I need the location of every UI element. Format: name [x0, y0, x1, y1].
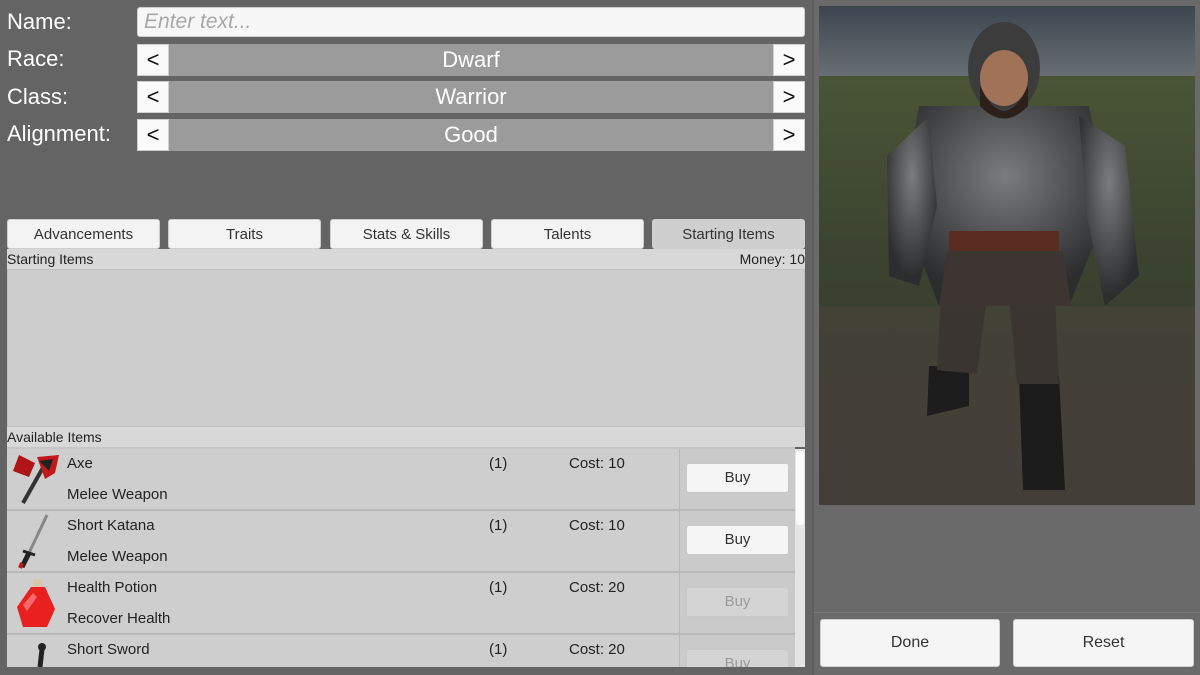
list-item: Short Katana Melee Weapon (1) Cost: 10 B…	[7, 511, 795, 573]
axe-icon	[13, 455, 59, 504]
starting-items-header: Starting Items Money: 10	[7, 249, 805, 269]
buy-cell: Buy	[679, 573, 795, 633]
buy-cell: Buy	[679, 635, 795, 667]
available-items-header: Available Items	[7, 427, 805, 447]
tab-talents[interactable]: Talents	[491, 219, 644, 249]
buy-button[interactable]: Buy	[686, 525, 789, 555]
divider	[814, 612, 1200, 613]
tab-stats-skills[interactable]: Stats & Skills	[330, 219, 483, 249]
race-label: Race:	[7, 46, 65, 71]
class-value: Warrior	[169, 81, 773, 113]
scrollbar-thumb[interactable]	[796, 451, 804, 525]
item-name: Health Potion	[67, 579, 158, 596]
tab-traits[interactable]: Traits	[168, 219, 321, 249]
alignment-label: Alignment:	[7, 121, 111, 146]
tab-advancements[interactable]: Advancements	[7, 219, 160, 249]
alignment-next-button[interactable]: >	[773, 119, 805, 151]
starting-items-title: Starting Items	[7, 251, 94, 267]
character-creation-panel: Name: Race: < Dwarf > Class: < Warrior >…	[0, 0, 812, 675]
list-item: Health Potion Recover Health (1) Cost: 2…	[7, 573, 795, 635]
items-scrollbar[interactable]	[795, 449, 805, 667]
buy-button[interactable]: Buy	[686, 649, 789, 667]
item-cost: Cost: 20	[569, 579, 625, 596]
class-selector: < Warrior >	[137, 81, 805, 113]
item-quantity: (1)	[489, 455, 508, 472]
item-type: Melee Weapon	[67, 548, 168, 565]
item-quantity: (1)	[489, 517, 508, 534]
name-label: Name:	[7, 9, 72, 34]
money-label: Money: 10	[739, 251, 805, 267]
item-name: Short Katana	[67, 517, 155, 534]
available-items-list: Axe Melee Weapon (1) Cost: 10 Buy Short …	[7, 447, 795, 667]
item-cost: Cost: 20	[569, 641, 625, 658]
class-next-button[interactable]: >	[773, 81, 805, 113]
name-input[interactable]	[137, 7, 805, 37]
alignment-selector: < Good >	[137, 119, 805, 151]
alignment-prev-button[interactable]: <	[137, 119, 169, 151]
race-prev-button[interactable]: <	[137, 44, 169, 76]
list-item: Short Sword (1) Cost: 20 Buy	[7, 635, 795, 667]
item-name: Axe	[67, 455, 93, 472]
class-prev-button[interactable]: <	[137, 81, 169, 113]
item-cost: Cost: 10	[569, 517, 625, 534]
starting-items-area[interactable]	[7, 269, 805, 427]
item-cost: Cost: 10	[569, 455, 625, 472]
sword-icon	[37, 643, 46, 667]
list-item: Axe Melee Weapon (1) Cost: 10 Buy	[7, 449, 795, 511]
potion-icon	[17, 579, 55, 627]
item-quantity: (1)	[489, 641, 508, 658]
race-value: Dwarf	[169, 44, 773, 76]
buy-button[interactable]: Buy	[686, 463, 789, 493]
tab-starting-items[interactable]: Starting Items	[652, 219, 805, 249]
available-items-title: Available Items	[7, 429, 102, 445]
reset-button[interactable]: Reset	[1013, 619, 1194, 667]
buy-cell: Buy	[679, 511, 795, 571]
item-type: Recover Health	[67, 610, 171, 627]
item-quantity: (1)	[489, 579, 508, 596]
buy-cell: Buy	[679, 449, 795, 509]
character-preview-panel: Done Reset	[814, 0, 1200, 675]
race-selector: < Dwarf >	[137, 44, 805, 76]
character-preview-image	[819, 6, 1195, 505]
alignment-value: Good	[169, 119, 773, 151]
buy-button[interactable]: Buy	[686, 587, 789, 617]
race-next-button[interactable]: >	[773, 44, 805, 76]
item-type: Melee Weapon	[67, 486, 168, 503]
item-name: Short Sword	[67, 641, 150, 658]
katana-icon	[18, 514, 49, 569]
done-button[interactable]: Done	[820, 619, 1000, 667]
class-label: Class:	[7, 84, 69, 109]
